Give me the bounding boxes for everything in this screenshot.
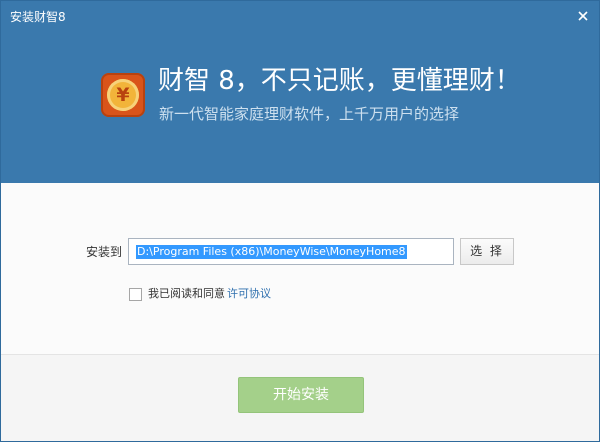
agree-label: 我已阅读和同意	[148, 287, 225, 300]
headline: 财智 8，不只记账，更懂理财！	[158, 66, 521, 96]
coin-ring: ¥	[107, 79, 139, 111]
install-path-value: D:\Program Files (x86)\MoneyWise\MoneyHo…	[136, 244, 407, 259]
install-path-label: 安装到	[86, 245, 123, 259]
close-icon	[578, 11, 588, 21]
license-agreement-link[interactable]: 许可协议	[227, 287, 271, 301]
header-banner: 安装财智8 ¥ 财智 8，不只记账，更懂理财！ 新一代智能家庭理财软件，上千万用…	[1, 1, 599, 183]
close-button[interactable]	[573, 6, 593, 26]
yen-glyph: ¥	[116, 84, 130, 106]
money-logo-icon: ¥	[101, 73, 145, 117]
start-install-button[interactable]: 开始安装	[238, 377, 364, 413]
window-title: 安装财智8	[10, 10, 66, 24]
settings-panel	[1, 183, 599, 355]
installer-window: 安装财智8 ¥ 财智 8，不只记账，更懂理财！ 新一代智能家庭理财软件，上千万用…	[0, 0, 600, 442]
install-path-input[interactable]: D:\Program Files (x86)\MoneyWise\MoneyHo…	[128, 238, 454, 265]
browse-button[interactable]: 选 择	[460, 238, 514, 265]
subline: 新一代智能家庭理财软件，上千万用户的选择	[159, 105, 460, 123]
agree-checkbox[interactable]	[129, 288, 142, 301]
